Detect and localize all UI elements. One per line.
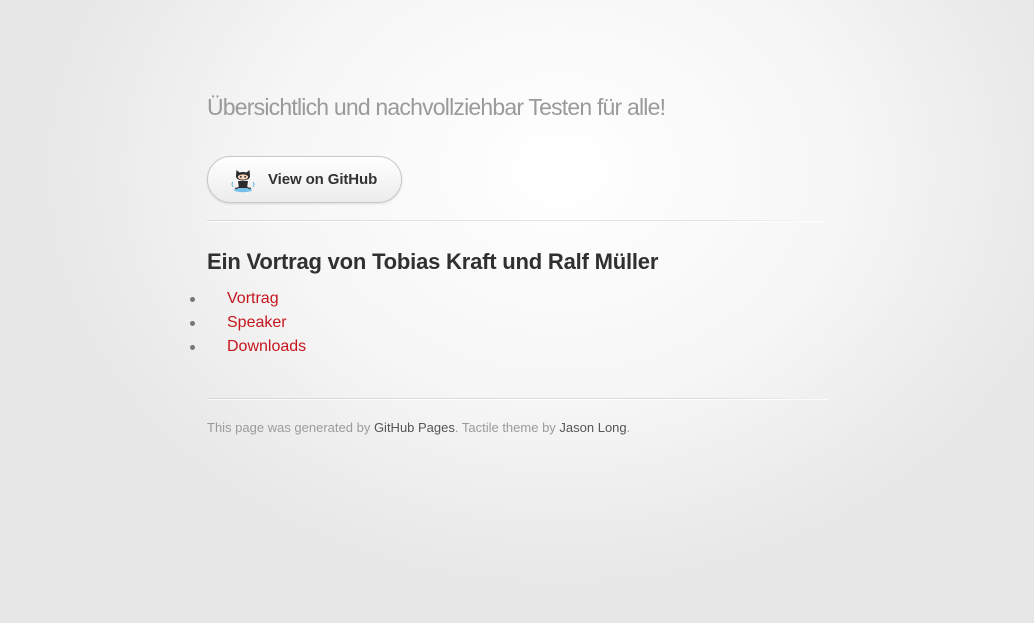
- footer-prefix: This page was generated by: [207, 420, 374, 435]
- github-pages-link[interactable]: GitHub Pages: [374, 420, 455, 435]
- nav-list: Vortrag Speaker Downloads: [190, 287, 306, 359]
- list-item: Speaker: [190, 311, 306, 335]
- footer-middle: . Tactile theme by: [454, 420, 560, 435]
- jason-long-link[interactable]: Jason Long: [559, 420, 626, 435]
- bullet-icon: [190, 344, 195, 350]
- view-on-github-label: View on GitHub: [268, 171, 378, 188]
- octocat-icon: [230, 167, 256, 193]
- nav-link-speaker[interactable]: Speaker: [227, 311, 287, 335]
- nav-link-downloads[interactable]: Downloads: [227, 335, 306, 359]
- divider-top: [207, 220, 827, 221]
- page-tagline: Übersichtlich und nachvollziehbar Testen…: [207, 94, 666, 120]
- bullet-icon: [190, 296, 195, 302]
- view-on-github-button[interactable]: View on GitHub: [207, 156, 402, 203]
- list-item: Vortrag: [190, 287, 306, 311]
- section-heading: Ein Vortrag von Tobias Kraft und Ralf Mü…: [207, 249, 659, 274]
- divider-bottom: [207, 398, 827, 399]
- list-item: Downloads: [190, 335, 306, 359]
- bullet-icon: [190, 320, 195, 326]
- footer-suffix: .: [626, 420, 631, 435]
- footer: This page was generated by GitHub Pages.…: [207, 420, 630, 435]
- nav-link-vortrag[interactable]: Vortrag: [227, 287, 279, 311]
